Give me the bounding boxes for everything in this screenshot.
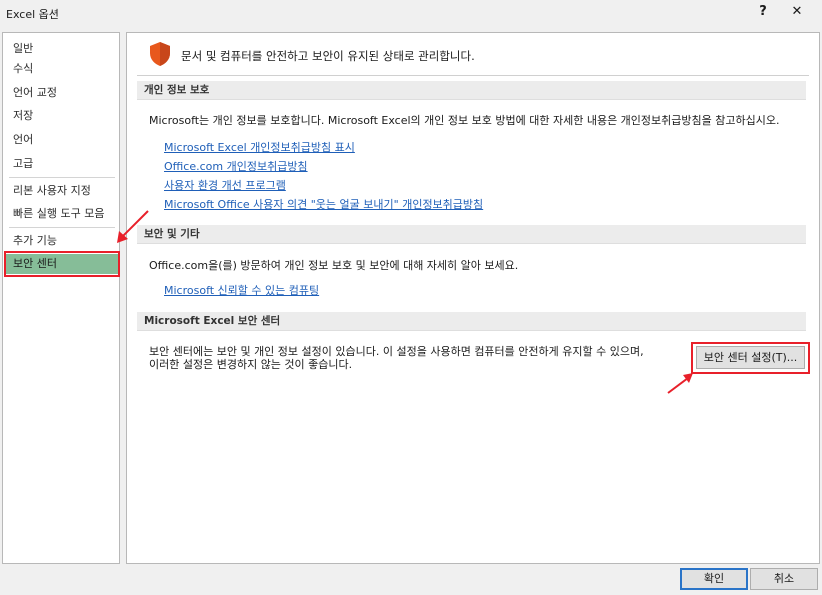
title-bar: Excel 옵션 ? ✕ bbox=[0, 0, 822, 26]
window-title: Excel 옵션 bbox=[6, 8, 59, 21]
help-button[interactable]: ? bbox=[752, 2, 774, 22]
cancel-button[interactable]: 취소 bbox=[750, 568, 818, 590]
nav-item-formulas[interactable]: 수식 bbox=[4, 59, 118, 79]
category-nav: 일반 수식 언어 교정 저장 언어 고급 리본 사용자 지정 빠른 실행 도구 … bbox=[2, 32, 120, 564]
link-excel-privacy[interactable]: Microsoft Excel 개인정보취급방침 표시 bbox=[164, 139, 355, 155]
close-button[interactable]: ✕ bbox=[786, 2, 808, 22]
nav-item-proofing[interactable]: 언어 교정 bbox=[4, 83, 118, 103]
nav-item-quick-access-toolbar[interactable]: 빠른 실행 도구 모음 bbox=[4, 204, 118, 224]
nav-item-add-ins[interactable]: 추가 기능 bbox=[4, 231, 118, 251]
panel-header: 문서 및 컴퓨터를 안전하고 보안이 유지된 상태로 관리합니다. bbox=[149, 41, 475, 69]
link-ceip[interactable]: 사용자 환경 개선 프로그램 bbox=[164, 177, 286, 193]
nav-item-customize-ribbon[interactable]: 리본 사용자 지정 bbox=[4, 181, 118, 201]
nav-item-language[interactable]: 언어 bbox=[4, 130, 118, 150]
nav-item-general[interactable]: 일반 bbox=[4, 39, 118, 59]
trust-center-description-line2: 이러한 설정은 변경하지 않는 것이 좋습니다. bbox=[149, 358, 353, 371]
nav-item-advanced[interactable]: 고급 bbox=[4, 154, 118, 174]
link-office-privacy[interactable]: Office.com 개인정보취급방침 bbox=[164, 158, 308, 174]
security-description: Office.com을(를) 방문하여 개인 정보 보호 및 보안에 대해 자세… bbox=[149, 259, 519, 272]
privacy-description: Microsoft는 개인 정보를 보호합니다. Microsoft Excel… bbox=[149, 114, 780, 127]
nav-item-save[interactable]: 저장 bbox=[4, 106, 118, 126]
header-divider bbox=[137, 75, 809, 76]
highlight-box-button bbox=[691, 342, 810, 374]
nav-divider bbox=[9, 227, 115, 228]
link-send-a-smile[interactable]: Microsoft Office 사용자 의견 "웃는 얼굴 보내기" 개인정보… bbox=[164, 196, 483, 212]
shield-icon bbox=[150, 42, 170, 66]
security-section-title: 보안 및 기타 bbox=[137, 225, 806, 244]
panel-header-text: 문서 및 컴퓨터를 안전하고 보안이 유지된 상태로 관리합니다. bbox=[181, 49, 475, 63]
trust-center-panel: 문서 및 컴퓨터를 안전하고 보안이 유지된 상태로 관리합니다. 개인 정보 … bbox=[126, 32, 820, 564]
nav-divider bbox=[9, 177, 115, 178]
link-trustworthy-computing[interactable]: Microsoft 신뢰할 수 있는 컴퓨팅 bbox=[164, 282, 319, 298]
ok-button[interactable]: 확인 bbox=[680, 568, 748, 590]
highlight-box-nav bbox=[4, 251, 120, 277]
privacy-section-title: 개인 정보 보호 bbox=[137, 81, 806, 100]
trust-center-section-title: Microsoft Excel 보안 센터 bbox=[137, 312, 806, 331]
